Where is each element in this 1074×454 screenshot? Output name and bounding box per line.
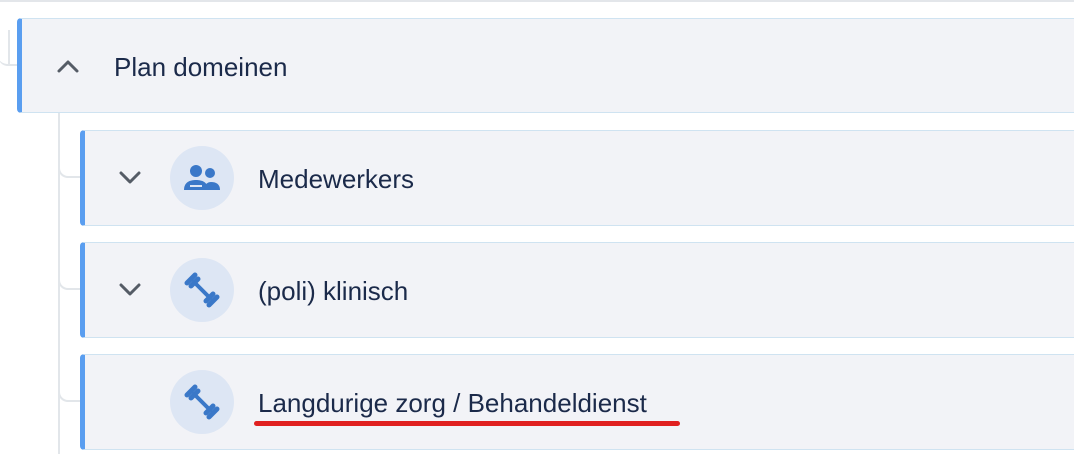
dumbbell-icon xyxy=(170,370,234,434)
users-icon xyxy=(170,146,234,210)
top-divider xyxy=(0,0,1074,2)
tree-node-plan-domeinen[interactable]: Plan domeinen xyxy=(17,18,1074,113)
tree-node-label: (poli) klinisch xyxy=(258,276,409,306)
tree-connector-child-3 xyxy=(58,374,82,402)
tree-node-label: Plan domeinen xyxy=(114,52,288,82)
tree-connector-child-1 xyxy=(58,150,82,178)
tree-connector-child-2 xyxy=(58,262,82,290)
chevron-down-icon[interactable] xyxy=(117,277,143,303)
tree-node-langdurige-zorg[interactable]: Langdurige zorg / Behandeldienst xyxy=(80,354,1074,450)
chevron-up-icon[interactable] xyxy=(55,53,81,79)
dumbbell-icon xyxy=(170,258,234,322)
tree-node-label: Medewerkers xyxy=(258,164,415,194)
tree-node-label: Langdurige zorg / Behandeldienst xyxy=(258,388,647,418)
tree-node-medewerkers[interactable]: Medewerkers xyxy=(80,130,1074,226)
chevron-down-icon[interactable] xyxy=(117,165,143,191)
tree-node-poli-klinisch[interactable]: (poli) klinisch xyxy=(80,242,1074,338)
highlight-underline xyxy=(254,421,680,426)
